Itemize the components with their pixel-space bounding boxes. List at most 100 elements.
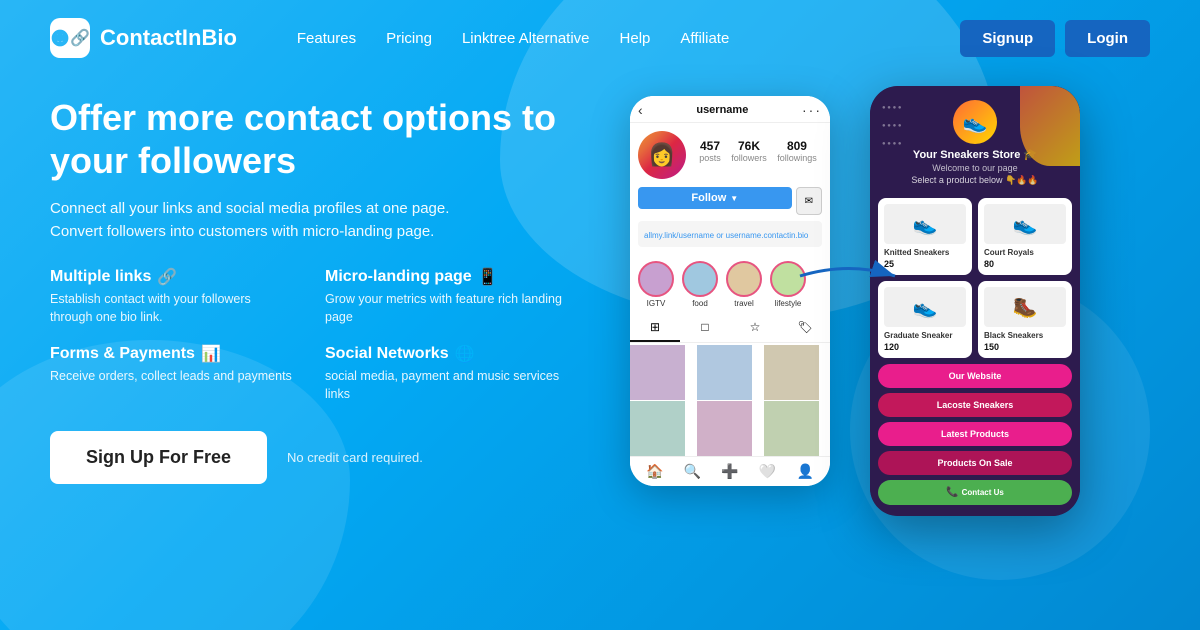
product-price-3: 120 — [884, 342, 966, 352]
feature-forms-payments: Forms & Payments 📊 Receive orders, colle… — [50, 344, 295, 403]
store-name: Your Sneakers Store 🎓 — [913, 148, 1037, 161]
logo-icon: 🔗 — [50, 18, 90, 58]
follow-chevron-icon: ▼ — [730, 194, 738, 203]
phone-icon: 📱 — [478, 267, 498, 287]
product-card-4[interactable]: 🥾 Black Sneakers 150 — [978, 281, 1072, 358]
feature-social-networks: Social Networks 🌐 social media, payment … — [325, 344, 570, 403]
login-button[interactable]: Login — [1065, 20, 1150, 57]
ig-profile-area: 👩 457 posts 76K followers — [630, 123, 830, 255]
ig-top-bar: ‹ username ··· — [630, 96, 830, 123]
ig-grid-cell-4 — [630, 401, 685, 456]
store-action-buttons: Our Website Lacoste Sneakers Latest Prod… — [870, 364, 1080, 516]
ig-tag-tab[interactable]: ☆ — [730, 314, 780, 342]
store-dots-decoration: ● ● ● ●● ● ● ●● ● ● ● — [882, 96, 902, 150]
feature-micro-landing: Micro-landing page 📱 Grow your metrics w… — [325, 267, 570, 326]
feature-micro-landing-desc: Grow your metrics with feature rich land… — [325, 291, 570, 326]
ig-username: username — [696, 104, 748, 116]
brand-name: ContactInBio — [100, 25, 237, 51]
feature-forms-payments-desc: Receive orders, collect leads and paymen… — [50, 368, 295, 386]
avatar: 👩 — [638, 131, 686, 179]
ig-grid-cell-6 — [764, 401, 819, 456]
ig-grid-cell-1 — [630, 345, 685, 400]
no-cc-label: No credit card required. — [287, 450, 423, 465]
ig-posts-label: posts — [699, 153, 721, 163]
ig-highlight-food: food — [682, 261, 718, 308]
feature-micro-landing-title: Micro-landing page 📱 — [325, 267, 570, 287]
ig-highlight-label-food: food — [692, 299, 708, 308]
ig-highlight-label-igtv: IGTV — [647, 299, 666, 308]
ig-highlight-circle-food — [682, 261, 718, 297]
ig-grid-tab[interactable]: ⊞ — [630, 314, 680, 342]
store-avatar: 👟 — [953, 100, 997, 144]
arrow-svg — [795, 256, 905, 296]
ig-stat-followers: 76K followers — [731, 139, 767, 163]
ig-stat-posts: 457 posts — [699, 139, 721, 163]
hero-left: Offer more contact options to your follo… — [50, 86, 570, 484]
ig-menu-icon: ··· — [802, 102, 822, 118]
ig-grid-cell-5 — [697, 401, 752, 456]
feature-social-networks-desc: social media, payment and music services… — [325, 368, 570, 403]
link-icon: 🔗 — [157, 267, 177, 287]
ig-tab-bar: ⊞ □ ☆ 🏷 — [630, 314, 830, 343]
ig-follow-button[interactable]: Follow ▼ — [638, 187, 792, 209]
store-btn-contact[interactable]: 📞 Contact Us — [878, 480, 1072, 505]
product-price-4: 150 — [984, 342, 1066, 352]
feature-multiple-links-desc: Establish contact with your followers th… — [50, 291, 295, 326]
signup-free-button[interactable]: Sign Up For Free — [50, 431, 267, 484]
ig-highlight-circle-igtv — [638, 261, 674, 297]
ig-highlight-travel: travel — [726, 261, 762, 308]
signup-button[interactable]: Signup — [960, 20, 1055, 57]
product-img-4: 🥾 — [984, 287, 1066, 327]
store-btn-latest[interactable]: Latest Products — [878, 422, 1072, 446]
ig-search-icon[interactable]: 🔍 — [684, 463, 701, 480]
store-deco-bar — [1020, 86, 1080, 166]
store-header: ● ● ● ●● ● ● ●● ● ● ● 👟 Your Sneakers St… — [870, 86, 1080, 198]
ig-bottom-bar: 🏠 🔍 ➕ 🤍 👤 — [630, 456, 830, 486]
nav-links: Features Pricing Linktree Alternative He… — [297, 30, 960, 47]
globe-icon: 🌐 — [455, 344, 475, 364]
nav-buttons: Signup Login — [960, 20, 1150, 57]
ig-bio-link: allmy.link/username or username.contacti… — [644, 231, 808, 240]
feature-forms-payments-title: Forms & Payments 📊 — [50, 344, 295, 364]
ig-home-icon[interactable]: 🏠 — [646, 463, 663, 480]
product-card-2[interactable]: 👟 Court Royals 80 — [978, 198, 1072, 275]
nav-linktree-alt[interactable]: Linktree Alternative — [462, 30, 590, 47]
cta-row: Sign Up For Free No credit card required… — [50, 431, 570, 484]
ig-stat-following: 809 followings — [777, 139, 817, 163]
nav-pricing[interactable]: Pricing — [386, 30, 432, 47]
feature-social-networks-title: Social Networks 🌐 — [325, 344, 570, 364]
nav-features[interactable]: Features — [297, 30, 356, 47]
ig-reel-tab[interactable]: □ — [680, 314, 730, 342]
ig-back-icon: ‹ — [638, 102, 643, 118]
product-name-2: Court Royals — [984, 248, 1066, 257]
product-img-2: 👟 — [984, 204, 1066, 244]
ig-shop-tab[interactable]: 🏷 — [780, 314, 830, 342]
product-name-3: Graduate Sneaker — [884, 331, 966, 340]
store-btn-website[interactable]: Our Website — [878, 364, 1072, 388]
ig-posts-count: 457 — [699, 139, 721, 153]
ig-following-count: 809 — [777, 139, 817, 153]
store-btn-sale[interactable]: Products On Sale — [878, 451, 1072, 475]
ig-stats: 457 posts 76K followers 809 followings — [694, 139, 822, 163]
payments-icon: 📊 — [201, 344, 221, 364]
product-name-4: Black Sneakers — [984, 331, 1066, 340]
nav-affiliate[interactable]: Affiliate — [680, 30, 729, 47]
ig-heart-icon[interactable]: 🤍 — [759, 463, 776, 480]
store-phone-mockup: ● ● ● ●● ● ● ●● ● ● ● 👟 Your Sneakers St… — [870, 86, 1080, 516]
ig-followers-count: 76K — [731, 139, 767, 153]
ig-profile-icon[interactable]: 👤 — [796, 463, 813, 480]
hero-subtitle: Connect all your links and social media … — [50, 198, 570, 243]
ig-message-button[interactable]: ✉ — [796, 187, 822, 215]
ig-following-label: followings — [777, 153, 817, 163]
ig-photo-grid — [630, 345, 830, 456]
contact-icon: 📞 — [946, 487, 958, 498]
store-btn-lacoste[interactable]: Lacoste Sneakers — [878, 393, 1072, 417]
store-welcome: Welcome to our page — [932, 163, 1017, 173]
ig-add-icon[interactable]: ➕ — [721, 463, 738, 480]
features-grid: Multiple links 🔗 Establish contact with … — [50, 267, 570, 403]
ig-highlight-circle-travel — [726, 261, 762, 297]
feature-multiple-links-title: Multiple links 🔗 — [50, 267, 295, 287]
logo-area: 🔗 ContactInBio — [50, 18, 237, 58]
nav-help[interactable]: Help — [620, 30, 651, 47]
store-select-text: Select a product below 👇🔥🔥 — [911, 175, 1038, 186]
